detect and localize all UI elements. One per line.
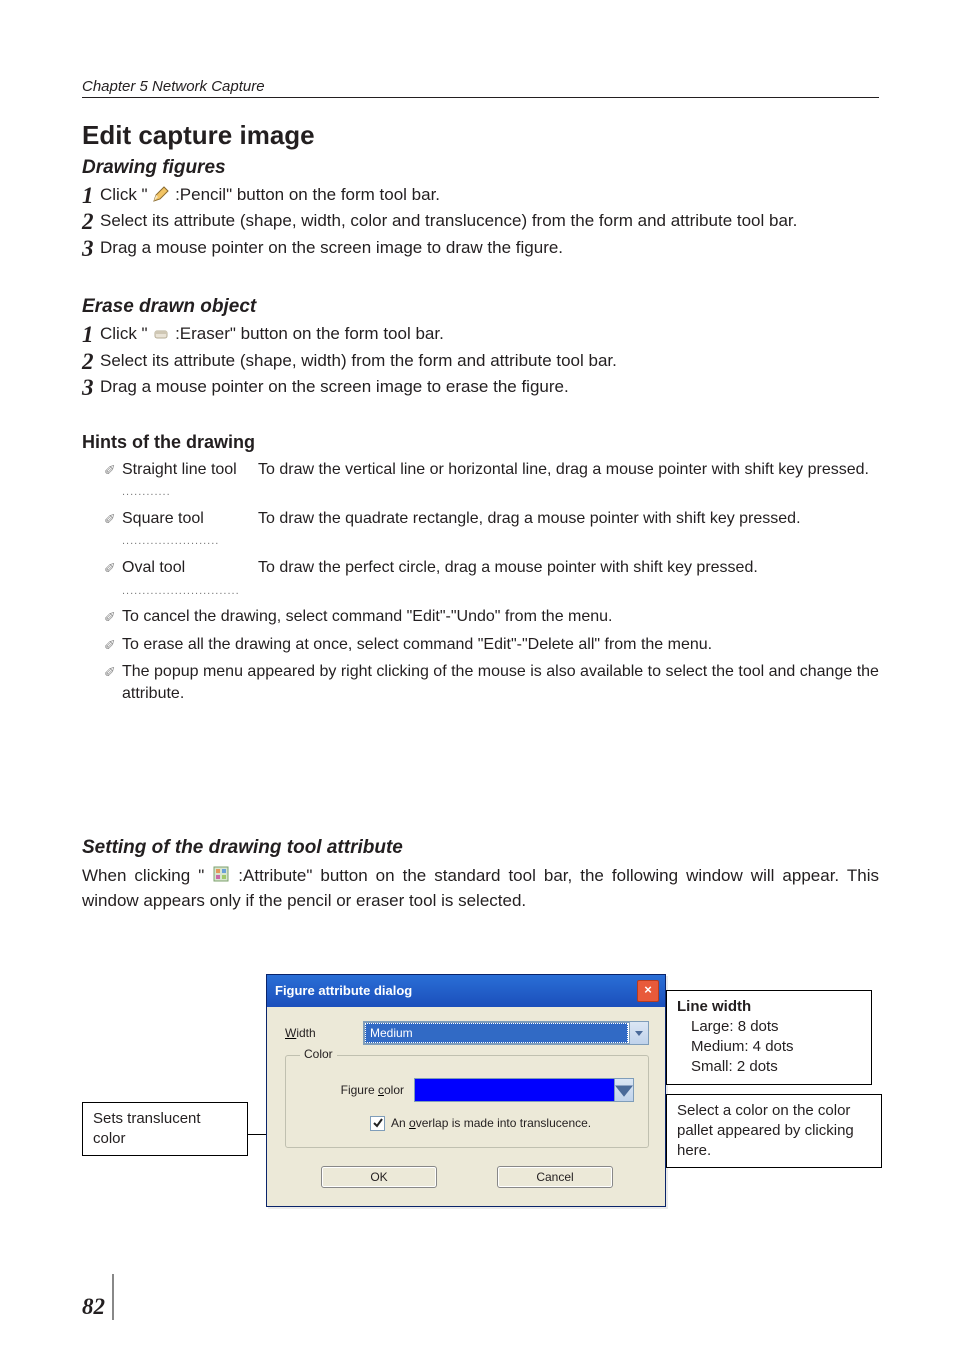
callout-line-width: Line width Large: 8 dots Medium: 4 dots …	[666, 990, 872, 1085]
hint-item: ✐ Square tool ........................ T…	[104, 508, 879, 551]
footer-rule	[112, 1274, 114, 1320]
color-group: Color Figure color An overlap is made in…	[285, 1055, 649, 1148]
step-text-pre: Click "	[100, 324, 148, 343]
hints-heading: Hints of the drawing	[82, 432, 879, 453]
ok-button[interactable]: OK	[321, 1166, 437, 1188]
bullet-icon: ✐	[104, 661, 122, 682]
checkbox-label: An overlap is made into translucence.	[391, 1116, 591, 1130]
callout-title: Line width	[677, 997, 861, 1017]
bullet-icon: ✐	[104, 508, 122, 529]
width-combobox[interactable]: Medium	[363, 1021, 649, 1045]
hint-text: To erase all the drawing at once, select…	[122, 634, 879, 656]
step-text: Select its attribute (shape, width, colo…	[100, 209, 879, 234]
cancel-button[interactable]: Cancel	[497, 1166, 613, 1188]
bullet-icon: ✐	[104, 557, 122, 578]
width-value: Medium	[365, 1023, 628, 1043]
dialog-titlebar: Figure attribute dialog ×	[267, 975, 665, 1007]
drawing-step-1: 1 Click " :Pencil" button on the form to…	[82, 183, 879, 209]
step-text-pre: Click "	[100, 185, 148, 204]
hint-def: To draw the perfect circle, drag a mouse…	[258, 557, 879, 579]
step-number: 1	[82, 322, 100, 348]
translucence-checkbox[interactable]	[370, 1116, 385, 1131]
page-title: Edit capture image	[82, 120, 879, 151]
page-number: 82	[82, 1294, 105, 1320]
attr-body: When clicking " :Attribute" button on th…	[82, 863, 879, 914]
hint-item: ✐ Straight line tool ............ To dra…	[104, 459, 879, 502]
erase-step-2: 2 Select its attribute (shape, width) fr…	[82, 349, 879, 375]
step-number: 2	[82, 209, 100, 235]
callout-line: Small: 2 dots	[677, 1057, 861, 1077]
figure-attribute-dialog: Figure attribute dialog × Width Medium C…	[266, 974, 666, 1207]
bullet-icon: ✐	[104, 459, 122, 480]
chapter-header: Chapter 5 Network Capture	[82, 78, 879, 98]
eraser-icon	[152, 324, 170, 342]
erase-step-3: 3 Drag a mouse pointer on the screen ima…	[82, 375, 879, 401]
step-number: 3	[82, 236, 100, 262]
callout-color-pallet: Select a color on the color pallet appea…	[666, 1094, 882, 1169]
step-number: 3	[82, 375, 100, 401]
hint-def: To draw the vertical line or horizontal …	[258, 459, 879, 481]
hint-text: To cancel the drawing, select command "E…	[122, 606, 879, 628]
figure-color-picker[interactable]	[414, 1078, 634, 1102]
hint-term: Straight line tool ............	[122, 459, 258, 502]
hints-list: ✐ Straight line tool ............ To dra…	[82, 459, 879, 705]
step-text: Select its attribute (shape, width) from…	[100, 349, 879, 374]
hint-item: ✐ To erase all the drawing at once, sele…	[104, 634, 879, 656]
chevron-down-icon	[629, 1022, 648, 1044]
step-number: 1	[82, 183, 100, 209]
step-text-post: :Eraser" button on the form tool bar.	[175, 324, 444, 343]
erase-step-1: 1 Click " :Eraser" button on the form to…	[82, 322, 879, 348]
close-icon: ×	[644, 982, 652, 997]
dialog-title-text: Figure attribute dialog	[275, 983, 412, 998]
hint-term: Oval tool .............................	[122, 557, 258, 600]
color-group-legend: Color	[300, 1047, 337, 1061]
step-text-post: :Pencil" button on the form tool bar.	[175, 185, 440, 204]
hint-def: To draw the quadrate rectangle, drag a m…	[258, 508, 879, 530]
check-icon	[373, 1118, 383, 1128]
erase-heading: Erase drawn object	[82, 296, 879, 318]
callout-translucent: Sets translucent color	[82, 1102, 248, 1157]
hint-item: ✐ The popup menu appeared by right click…	[104, 661, 879, 704]
chevron-down-icon	[614, 1079, 633, 1101]
width-label: Width	[285, 1026, 363, 1040]
bullet-icon: ✐	[104, 634, 122, 655]
hint-text: The popup menu appeared by right clickin…	[122, 661, 879, 704]
step-text: Drag a mouse pointer on the screen image…	[100, 375, 879, 400]
attribute-icon	[212, 865, 230, 883]
drawing-step-3: 3 Drag a mouse pointer on the screen ima…	[82, 236, 879, 262]
dialog-illustration: Figure attribute dialog × Width Medium C…	[82, 974, 879, 1244]
figure-color-label: Figure color	[300, 1083, 414, 1097]
drawing-heading: Drawing figures	[82, 157, 879, 179]
attr-heading: Setting of the drawing tool attribute	[82, 837, 879, 859]
hint-item: ✐ Oval tool ............................…	[104, 557, 879, 600]
step-number: 2	[82, 349, 100, 375]
bullet-icon: ✐	[104, 606, 122, 627]
pencil-icon	[152, 185, 170, 203]
callout-line: Medium: 4 dots	[677, 1037, 861, 1057]
step-text: Drag a mouse pointer on the screen image…	[100, 236, 879, 261]
hint-item: ✐ To cancel the drawing, select command …	[104, 606, 879, 628]
callout-line: Large: 8 dots	[677, 1017, 861, 1037]
close-button[interactable]: ×	[637, 980, 659, 1002]
hint-term: Square tool ........................	[122, 508, 258, 551]
drawing-step-2: 2 Select its attribute (shape, width, co…	[82, 209, 879, 235]
